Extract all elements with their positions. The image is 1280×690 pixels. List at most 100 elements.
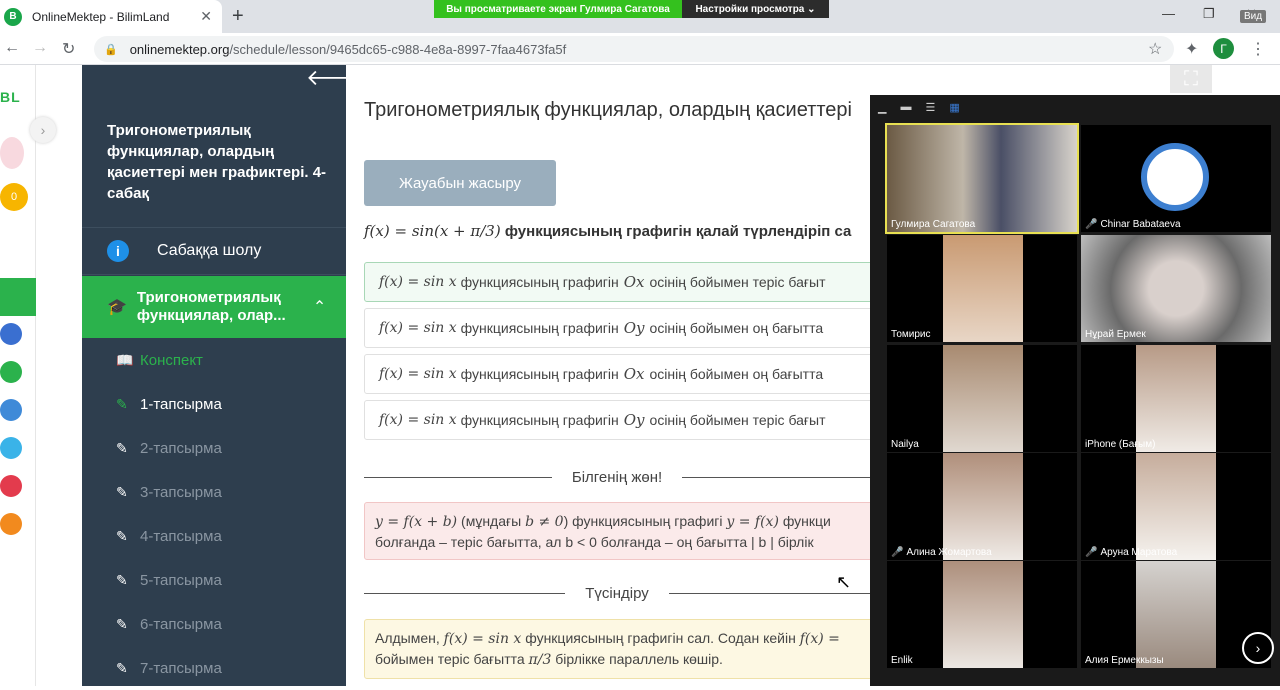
bilimland-logo: BL [0,89,21,105]
option-text-rest: осінің бойымен оң бағытта [649,366,824,382]
participant-name: 🎤 Chinar Babataeva [1085,219,1181,230]
video-layout-toolbar: ▁ ▬ ☰ ▦ [870,95,1280,119]
sidebar-item-label: 2-тапсырма [140,439,222,457]
sidebar-item-label: 7-тапсырма [140,659,222,677]
sidebar-item-task-6[interactable]: ✎ 6-тапсырма [82,602,346,646]
forward-arrow-icon[interactable]: → [32,39,48,57]
overview-label: Сабаққа шолу [157,242,262,259]
rail-expand-chevron-icon[interactable]: › [30,117,56,143]
video-tile-5[interactable]: Nailya [887,345,1077,452]
user-avatar-icon[interactable] [0,137,24,169]
expl-text: Алдымен, [375,630,440,646]
sidebar-item-task-2[interactable]: ✎ 2-тапсырма [82,426,346,470]
muted-mic-icon: 🎤 [891,547,904,558]
minimize-video-icon[interactable]: ▁ [878,101,886,114]
participant-name: Нұрай Ермек [1085,329,1146,340]
expl-text: бірлікке параллель көшір. [555,651,723,667]
explain-heading: Түсіндіру [585,584,649,602]
participant-video [1136,453,1216,560]
participant-video [943,235,1023,342]
minimize-icon[interactable]: — [1162,6,1175,21]
video-tile-9[interactable]: Enlik [887,561,1077,668]
url-field[interactable]: 🔒 onlinemektep.org/schedule/lesson/9465d… [94,36,1174,62]
view-settings-button[interactable]: Настройки просмотра ⌄ [682,0,829,18]
rail-item-onlinemektep[interactable] [0,278,36,316]
participant-name: 🎤 Алина Жомартова [891,547,992,558]
info-icon: i [107,240,129,262]
profile-avatar[interactable]: Г [1213,38,1234,59]
answer-option-4[interactable]: f(x) = sin x функциясының графигін Oy ос… [364,400,870,440]
speaker-view-icon[interactable]: ▬ [900,101,911,113]
next-page-chevron-icon[interactable]: › [1242,632,1274,664]
video-tile-8[interactable]: 🎤 Аруна Маратова [1081,453,1271,560]
sidebar-item-task-3[interactable]: ✎ 3-тапсырма [82,470,346,514]
expl-fraction: π/3 [528,652,552,668]
sidebar-item-task-4[interactable]: ✎ 4-тапсырма [82,514,346,558]
restore-icon[interactable]: ❐ [1203,6,1215,22]
option-formula: f(x) = sin x [379,366,457,382]
participant-video [1136,345,1216,452]
edit-icon: ✎ [116,483,128,500]
sidebar-item-label: 6-тапсырма [140,615,222,633]
video-tile-7[interactable]: 🎤 Алина Жомартова [887,453,1077,560]
chevron-up-icon[interactable]: ⌃ [313,297,326,317]
sidebar-section-active[interactable]: 🎓 Тригонометриялық функциялар, олар... ⌃ [82,276,346,338]
participant-name: Томирис [891,329,931,340]
new-tab-button[interactable]: + [232,5,244,28]
browser-tab[interactable]: B OnlineMektep - BilimLand ✕ [0,0,222,33]
sidebar-item-konspekt[interactable]: 📖 Конспект [82,338,346,382]
option-formula: f(x) = sin x [379,412,457,428]
lesson-sidebar: 🡐 Тригонометриялық функциялар, олардың қ… [82,65,365,686]
video-tile-4[interactable]: Нұрай Ермек [1081,235,1271,342]
test-icon[interactable] [0,437,22,459]
explanation-box: Алдымен, f(x) = sin x функциясының графи… [364,619,870,679]
twig-icon[interactable] [0,475,22,497]
extensions-icon[interactable]: ✦ [1185,39,1198,59]
back-arrow-icon[interactable]: ← [4,39,20,57]
sidebar-item-task-7[interactable]: ✎ 7-тапсырма [82,646,346,690]
participant-name: iPhone (Бағым) [1085,439,1156,450]
sidebar-item-label: 5-тапсырма [140,571,222,589]
edit-icon: ✎ [116,439,128,456]
bilimland-favicon-icon: B [4,7,22,26]
hide-answer-button[interactable]: Жауабын жасыру [364,160,556,206]
sidebar-item-label: 1-тапсырма [140,395,222,413]
answer-option-3[interactable]: f(x) = sin x функциясының графигін Ox ос… [364,354,870,394]
video-tile-2[interactable]: 🎤 Chinar Babataeva [1081,125,1271,232]
gallery-view-icon[interactable]: ▦ [949,101,959,114]
option-formula: f(x) = sin x [379,274,457,290]
video-tile-host[interactable]: Гулмира Сагатова [885,123,1079,234]
lock-icon: 🔒 [104,43,118,56]
answer-option-2[interactable]: f(x) = sin x функциясының графигін Oy ос… [364,308,870,348]
option-text: функциясының графигін [460,412,619,428]
question-text: f(x) = sin(x + π/3) функциясының графигі… [364,222,851,240]
menu-kebab-icon[interactable]: ⋮ [1250,39,1266,59]
know-text: (мұндағы [461,513,522,529]
sidebar-item-task-1[interactable]: ✎ 1-тапсырма [82,382,346,426]
bookmark-star-icon[interactable]: ☆ [1148,39,1162,59]
participant-name: Алия Ермеккызы [1085,655,1164,666]
participant-video [1081,235,1271,342]
sidebar-item-label: Конспект [140,351,203,369]
option-text: функциясының графигін [460,366,619,382]
view-label[interactable]: Вид [1240,10,1267,23]
imagination-icon[interactable] [0,513,22,535]
sidebar-item-overview[interactable]: i Сабаққа шолу [82,227,346,275]
sidebar-item-task-5[interactable]: ✎ 5-тапсырма [82,558,346,602]
smart-nation-icon[interactable] [0,323,22,345]
bilimland-icon[interactable] [0,361,22,383]
side-by-side-icon[interactable]: ☰ [925,101,935,114]
video-tile-6[interactable]: iPhone (Бағым) [1081,345,1271,452]
expl-text: функциясының графигін сал. Содан кейін [525,630,796,646]
participant-video [943,561,1023,668]
close-tab-icon[interactable]: ✕ [200,8,212,25]
muted-mic-icon: 🎤 [1085,219,1098,230]
option-text-rest: осінің бойымен теріс бағыт [649,274,826,290]
bilim-book-icon[interactable] [0,399,22,421]
reload-icon[interactable]: ↻ [62,39,75,59]
option-text-rest: осінің бойымен теріс бағыт [649,412,826,428]
answer-option-1[interactable]: f(x) = sin x функциясының графигін Ox ос… [364,262,870,302]
fullscreen-icon[interactable]: ⛶ [1170,65,1212,93]
video-tile-3[interactable]: Томирис [887,235,1077,342]
active-section-label: Тригонометриялық функциялар, олар... [136,289,286,324]
